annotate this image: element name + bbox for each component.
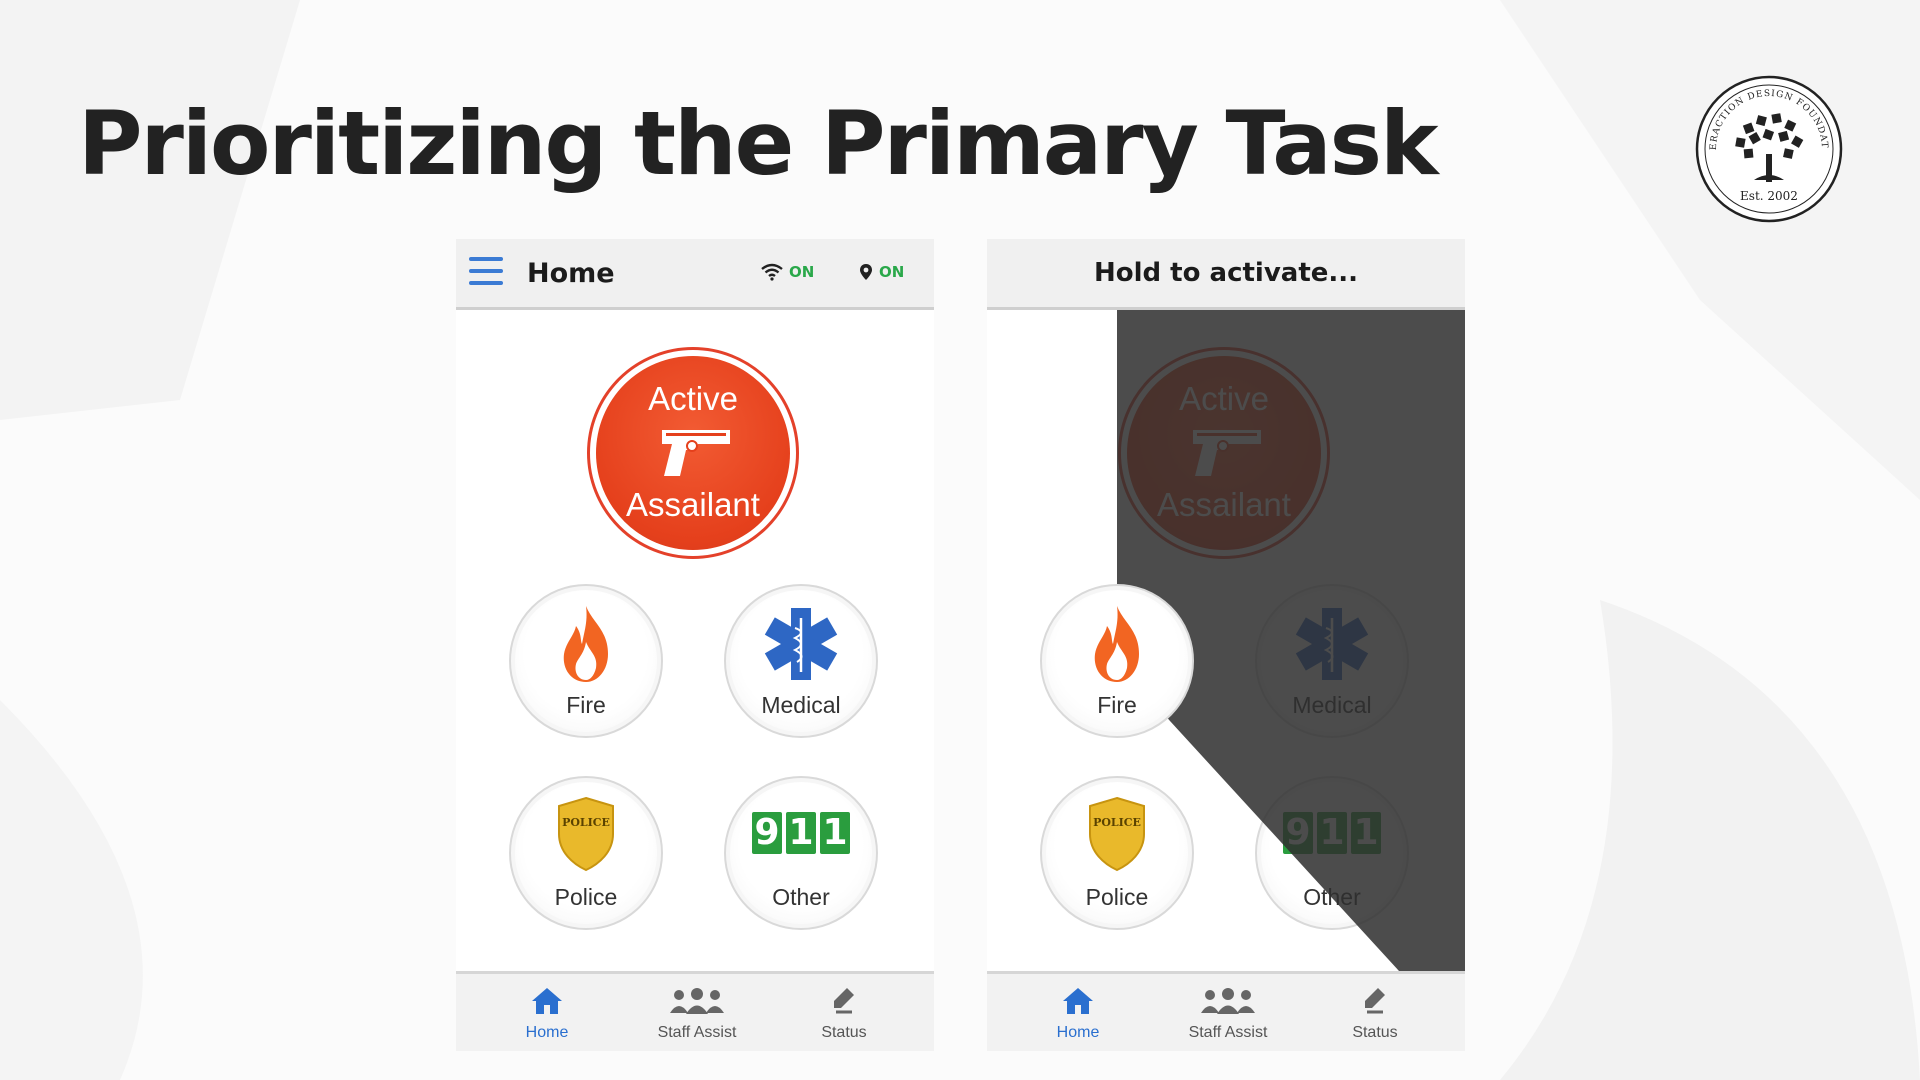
medical-button[interactable]: Medical <box>724 584 878 738</box>
tab-home-label: Home <box>525 1024 569 1041</box>
screen-title: Home <box>527 258 615 289</box>
hold-to-activate-title: Hold to activate... <box>1093 258 1359 288</box>
police-badge-icon: POLICE <box>1089 796 1145 872</box>
tab-status[interactable]: Status <box>774 984 914 1042</box>
wifi-status: ON <box>761 263 814 281</box>
star-of-life-icon <box>1295 608 1369 680</box>
other-label: Other <box>772 884 830 910</box>
police-badge-text: POLICE <box>562 816 610 829</box>
tab-status[interactable]: Status <box>1305 984 1445 1042</box>
star-of-life-icon <box>764 608 838 680</box>
fire-button[interactable]: Fire <box>1040 584 1194 738</box>
tab-status-label: Status <box>1352 1024 1398 1041</box>
active-assailant-label-line2: Assailant <box>1157 486 1291 523</box>
idf-logo: INTERACTION DESIGN FOUNDATION Est. 2002 <box>1694 74 1843 223</box>
911-digit-1: 9 <box>1283 812 1313 854</box>
staff-group-icon <box>1201 988 1255 1014</box>
other-911-button[interactable]: 9 1 1 Other <box>724 776 878 930</box>
active-assailant-label-line2: Assailant <box>626 486 760 523</box>
phone-hold-to-activate-screen: Hold to activate... Active Assailant Fir… <box>987 239 1465 1051</box>
location-on-label: ON <box>879 263 905 281</box>
handgun-icon <box>1193 430 1261 476</box>
location-pin-icon <box>860 264 872 280</box>
phone-home-screen: Home ON ON Active Assailant Fire Medical… <box>456 239 934 1051</box>
logo-est-text: Est. 2002 <box>1740 189 1798 203</box>
app-top-bar: Home ON ON <box>456 239 934 310</box>
tab-home-label: Home <box>1056 1024 1100 1041</box>
bottom-tab-bar: Home Staff Assist Status <box>987 971 1465 1051</box>
active-assailant-label-line1: Active <box>1179 380 1269 417</box>
fire-button[interactable]: Fire <box>509 584 663 738</box>
911-digit-3: 1 <box>1351 812 1381 854</box>
911-digit-3: 1 <box>820 812 850 854</box>
active-assailant-label-line1: Active <box>648 380 738 417</box>
location-status: ON <box>859 263 904 281</box>
medical-label: Medical <box>1292 692 1372 718</box>
medical-button[interactable]: Medical <box>1255 584 1409 738</box>
medical-label: Medical <box>761 692 841 718</box>
911-digit-2: 1 <box>1317 812 1347 854</box>
fire-label: Fire <box>566 692 606 718</box>
wifi-on-label: ON <box>789 263 815 281</box>
police-badge-icon: POLICE <box>558 796 614 872</box>
handgun-icon <box>662 430 730 476</box>
home-icon <box>532 988 562 1014</box>
home-icon <box>1063 988 1093 1014</box>
police-badge-text: POLICE <box>1093 816 1141 829</box>
911-icon: 9 1 1 <box>1283 812 1381 854</box>
other-911-button[interactable]: 9 1 1 Other <box>1255 776 1409 930</box>
wifi-icon <box>761 263 783 281</box>
slide-title: Prioritizing the Primary Task <box>78 92 1439 195</box>
police-button[interactable]: POLICE Police <box>509 776 663 930</box>
tab-home[interactable]: Home <box>477 984 617 1042</box>
police-label: Police <box>554 884 618 910</box>
tab-home[interactable]: Home <box>1008 984 1148 1042</box>
police-button[interactable]: POLICE Police <box>1040 776 1194 930</box>
status-edit-icon <box>834 988 854 1014</box>
hamburger-menu-icon[interactable] <box>469 257 503 287</box>
tab-status-label: Status <box>821 1024 867 1041</box>
status-edit-icon <box>1365 988 1385 1014</box>
fire-label: Fire <box>1097 692 1137 718</box>
tab-staff-assist[interactable]: Staff Assist <box>1158 984 1298 1042</box>
police-label: Police <box>1085 884 1149 910</box>
other-label: Other <box>1303 884 1361 910</box>
flame-icon <box>563 606 608 682</box>
tab-staff-assist[interactable]: Staff Assist <box>627 984 767 1042</box>
911-digit-1: 9 <box>752 812 782 854</box>
tab-staff-assist-label: Staff Assist <box>657 1024 737 1041</box>
active-assailant-button[interactable]: Active Assailant <box>587 347 799 559</box>
tab-staff-assist-label: Staff Assist <box>1188 1024 1268 1041</box>
active-assailant-button[interactable]: Active Assailant <box>1118 347 1330 559</box>
bottom-tab-bar: Home Staff Assist Status <box>456 971 934 1051</box>
staff-group-icon <box>670 988 724 1014</box>
911-icon: 9 1 1 <box>752 812 850 854</box>
flame-icon <box>1094 606 1139 682</box>
app-top-bar: Hold to activate... <box>987 239 1465 310</box>
911-digit-2: 1 <box>786 812 816 854</box>
